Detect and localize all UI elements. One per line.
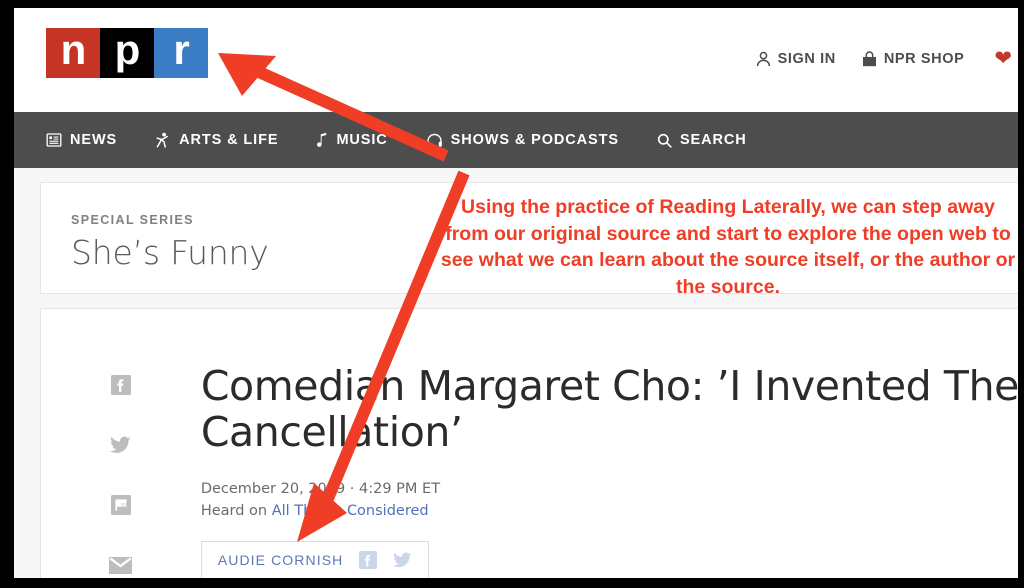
npr-logo[interactable]: n p r <box>46 28 208 78</box>
flipboard-icon[interactable] <box>109 493 133 517</box>
npr-shop-label: NPR SHOP <box>884 51 965 67</box>
article-main: Comedian Margaret Cho: ʼI Invented The C… <box>201 363 1018 578</box>
headline-line-2: Cancellationʼ <box>201 408 463 456</box>
series-title: She’s Funny <box>71 233 1018 272</box>
byline-facebook-icon[interactable] <box>359 551 377 569</box>
logo-letter-p: p <box>115 29 140 71</box>
headphones-icon <box>426 133 443 148</box>
music-note-icon <box>316 132 328 148</box>
facebook-icon[interactable] <box>109 373 133 397</box>
logo-square-r: r <box>154 28 208 78</box>
nav-label-music: MUSIC <box>336 132 387 148</box>
site-header: n p r SIGN IN <box>14 8 1018 112</box>
npr-shop-link[interactable]: NPR SHOP <box>862 51 965 67</box>
article-headline: Comedian Margaret Cho: ʼI Invented The C… <box>201 363 1018 456</box>
dancing-person-icon <box>155 132 171 149</box>
header-utility-links: SIGN IN NPR SHOP ❤ <box>756 48 1012 69</box>
logo-letter-n: n <box>61 29 86 71</box>
main-navigation: NEWS ARTS & LIFE <box>14 112 1018 168</box>
article-date: December 20, 2019 · 4:29 PM ET <box>201 478 1018 500</box>
headline-line-1: Comedian Margaret Cho: ʼI Invented The <box>201 362 1018 410</box>
logo-square-n: n <box>46 28 100 78</box>
article-card: Comedian Margaret Cho: ʼI Invented The C… <box>40 308 1018 578</box>
article-meta: December 20, 2019 · 4:29 PM ET Heard on … <box>201 478 1018 523</box>
heart-icon[interactable]: ❤ <box>994 48 1012 69</box>
nav-label-news: NEWS <box>70 132 117 148</box>
search-icon <box>657 133 672 148</box>
shopping-bag-icon <box>862 51 877 67</box>
nav-item-shows-podcasts[interactable]: SHOWS & PODCASTS <box>426 132 619 148</box>
special-series-card[interactable]: SPECIAL SERIES She’s Funny <box>40 182 1018 294</box>
page-content: SPECIAL SERIES She’s Funny <box>14 168 1018 578</box>
share-rail <box>41 363 201 578</box>
nav-item-search[interactable]: SEARCH <box>657 132 747 148</box>
nav-label-shows-podcasts: SHOWS & PODCASTS <box>451 132 619 148</box>
browser-viewport: n p r SIGN IN <box>14 8 1018 578</box>
heard-on-prefix: Heard on <box>201 503 272 519</box>
nav-label-arts-life: ARTS & LIFE <box>179 132 278 148</box>
twitter-icon[interactable] <box>109 433 133 457</box>
user-icon <box>756 51 771 67</box>
nav-item-arts-life[interactable]: ARTS & LIFE <box>155 132 278 149</box>
sign-in-link[interactable]: SIGN IN <box>756 51 836 67</box>
byline-twitter-icon[interactable] <box>393 552 412 568</box>
heard-on-program-link[interactable]: All Things Considered <box>272 503 429 519</box>
series-kicker: SPECIAL SERIES <box>71 213 1018 227</box>
byline-author[interactable]: AUDIE CORNISH <box>218 552 344 568</box>
heard-on-line: Heard on All Things Considered <box>201 500 1018 522</box>
logo-letter-r: r <box>173 29 188 71</box>
nav-item-music[interactable]: MUSIC <box>316 132 387 148</box>
logo-square-p: p <box>100 28 154 78</box>
email-icon[interactable] <box>109 553 133 577</box>
byline-box: AUDIE CORNISH <box>201 541 430 578</box>
sign-in-label: SIGN IN <box>778 51 836 67</box>
nav-item-news[interactable]: NEWS <box>46 132 117 148</box>
screenshot-frame: n p r SIGN IN <box>0 0 1024 588</box>
nav-label-search: SEARCH <box>680 132 747 148</box>
newspaper-icon <box>46 132 62 148</box>
